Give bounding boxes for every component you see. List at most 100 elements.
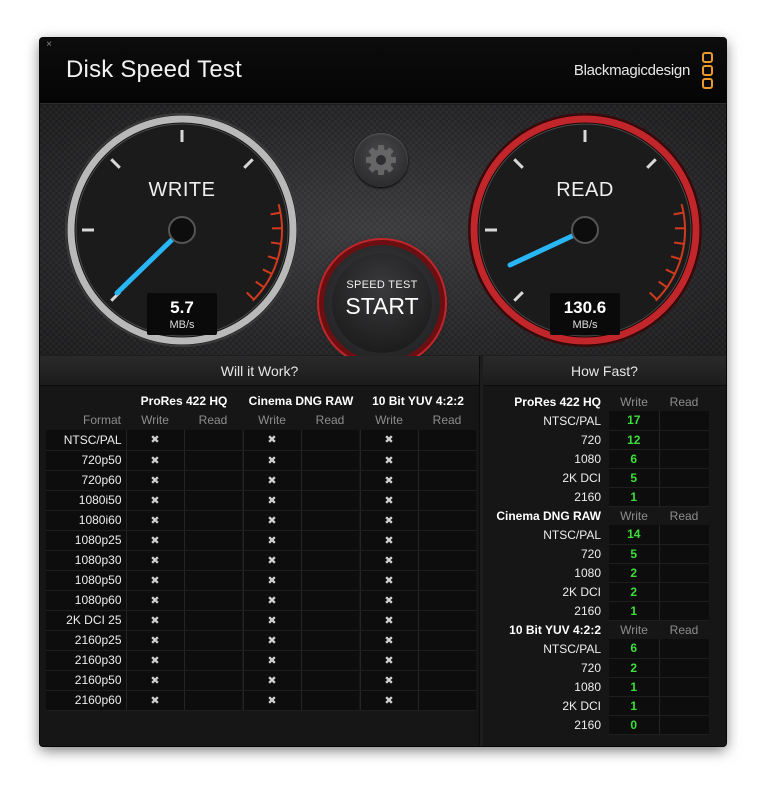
- format-label: 2K DCI 25: [46, 610, 126, 631]
- how-fast-table: ProRes 422 HQ Write Read NTSC/PAL 17 720 12 108…: [487, 392, 709, 735]
- will-it-work-panel: Will it Work? ProRes 422 HQ Cinema DNG R…: [40, 356, 480, 746]
- table-row: 1080 1: [487, 677, 709, 697]
- write-fps-value: 2: [609, 563, 659, 583]
- write-fps-value: 12: [609, 430, 659, 450]
- format-label: 720: [580, 432, 601, 447]
- read-fps-value: [658, 411, 709, 431]
- table-row: 1080p60 ✖ ✖ ✖: [46, 590, 476, 611]
- read-fps-value: [658, 487, 709, 507]
- group-header: 10 Bit YUV 4:2:2: [372, 394, 464, 408]
- group-header: ProRes 422 HQ: [140, 394, 228, 408]
- read-result-cell: [183, 630, 242, 651]
- read-fps-value: [658, 430, 709, 450]
- gauge-warning-tick: [673, 241, 685, 245]
- write-fail-icon: ✖: [242, 590, 301, 611]
- write-fail-icon: ✖: [242, 690, 301, 711]
- group-header: ProRes 422 HQ: [514, 394, 601, 409]
- read-result-cell: [300, 430, 359, 451]
- write-fail-icon: ✖: [242, 490, 301, 511]
- write-gauge: WRITE 5.7 MB/s: [57, 105, 307, 355]
- will-it-work-table: ProRes 422 HQ Cinema DNG RAW 10 Bit YUV …: [46, 392, 476, 711]
- format-label: 1080: [574, 451, 601, 466]
- read-result-cell: [300, 670, 359, 691]
- start-button[interactable]: SPEED TEST START: [324, 245, 440, 361]
- read-result-cell: [300, 530, 359, 551]
- read-result-cell: [417, 630, 476, 651]
- write-fail-icon: ✖: [125, 670, 184, 691]
- write-fail-icon: ✖: [359, 510, 418, 531]
- format-label: 2160p60: [46, 690, 126, 711]
- write-fail-icon: ✖: [125, 590, 184, 611]
- table-row: 1080p30 ✖ ✖ ✖: [46, 550, 476, 571]
- read-fps-value: [658, 525, 709, 545]
- read-result-cell: [300, 630, 359, 651]
- read-result-cell: [417, 570, 476, 591]
- write-fail-icon: ✖: [242, 630, 301, 651]
- brand-name: Blackmagicdesign: [573, 62, 690, 79]
- read-result-cell: [417, 510, 476, 531]
- group-header-row: 10 Bit YUV 4:2:2 Write Read: [487, 620, 709, 639]
- table-row: 720 5: [487, 544, 709, 564]
- write-column-header: Write: [141, 413, 169, 427]
- table-row: 2160p60 ✖ ✖ ✖: [46, 690, 476, 711]
- group-header-row: Cinema DNG RAW Write Read: [487, 506, 709, 525]
- write-fail-icon: ✖: [125, 650, 184, 671]
- format-label: 2160p50: [46, 670, 126, 691]
- read-result-cell: [300, 450, 359, 471]
- read-result-cell: [300, 650, 359, 671]
- read-column-header: Read: [315, 413, 345, 427]
- read-fps-value: [658, 449, 709, 469]
- brand-logo-icon: [702, 52, 716, 92]
- read-result-cell: [183, 530, 242, 551]
- read-result-cell: [183, 670, 242, 691]
- write-fail-icon: ✖: [125, 450, 184, 471]
- write-fail-icon: ✖: [359, 650, 418, 671]
- write-fail-icon: ✖: [125, 530, 184, 551]
- close-icon[interactable]: ×: [44, 40, 54, 50]
- read-fps-value: [658, 658, 709, 678]
- gauge-area: WRITE 5.7 MB/s SPEED TEST START READ 130…: [40, 105, 726, 361]
- read-result-cell: [183, 690, 242, 711]
- format-label: 1080: [574, 679, 601, 694]
- read-column-header: Read: [198, 413, 228, 427]
- read-result-cell: [183, 570, 242, 591]
- read-result-cell: [183, 590, 242, 611]
- read-result-cell: [300, 510, 359, 531]
- read-result-cell: [417, 490, 476, 511]
- write-fail-icon: ✖: [359, 590, 418, 611]
- format-label: 2K DCI: [562, 698, 601, 713]
- format-label: 2K DCI: [562, 584, 601, 599]
- how-fast-header: How Fast?: [483, 356, 726, 386]
- write-fail-icon: ✖: [359, 570, 418, 591]
- format-label: NTSC/PAL: [543, 413, 601, 428]
- write-fail-icon: ✖: [125, 470, 184, 491]
- format-label: NTSC/PAL: [543, 527, 601, 542]
- write-fail-icon: ✖: [242, 450, 301, 471]
- table-row: 2160p50 ✖ ✖ ✖: [46, 670, 476, 691]
- start-button-label: START: [345, 293, 419, 319]
- write-fail-icon: ✖: [242, 610, 301, 631]
- format-label: 2160: [574, 489, 601, 504]
- format-label: 1080i50: [46, 490, 126, 511]
- write-fps-value: 6: [609, 639, 659, 659]
- title-bar: × Disk Speed Test Blackmagicdesign: [40, 38, 726, 104]
- write-column-header: Write: [258, 413, 286, 427]
- write-fps-value: 0: [609, 715, 659, 735]
- write-fail-icon: ✖: [242, 570, 301, 591]
- table-row: 2K DCI 1: [487, 696, 709, 716]
- read-fps-value: [658, 582, 709, 602]
- settings-button[interactable]: [354, 133, 408, 187]
- write-fail-icon: ✖: [242, 510, 301, 531]
- format-label: 2160p30: [46, 650, 126, 671]
- write-fps-value: 14: [609, 525, 659, 545]
- write-speed-unit: MB/s: [169, 319, 195, 331]
- write-fail-icon: ✖: [242, 550, 301, 571]
- format-label: 720: [580, 660, 601, 675]
- read-result-cell: [183, 510, 242, 531]
- write-column-header: Write: [620, 508, 648, 523]
- app-window: × Disk Speed Test Blackmagicdesign WRITE…: [40, 38, 726, 746]
- format-label: 2160: [574, 603, 601, 618]
- read-speed-value: 130.6: [563, 298, 607, 317]
- read-fps-value: [658, 563, 709, 583]
- gear-icon: [366, 145, 396, 175]
